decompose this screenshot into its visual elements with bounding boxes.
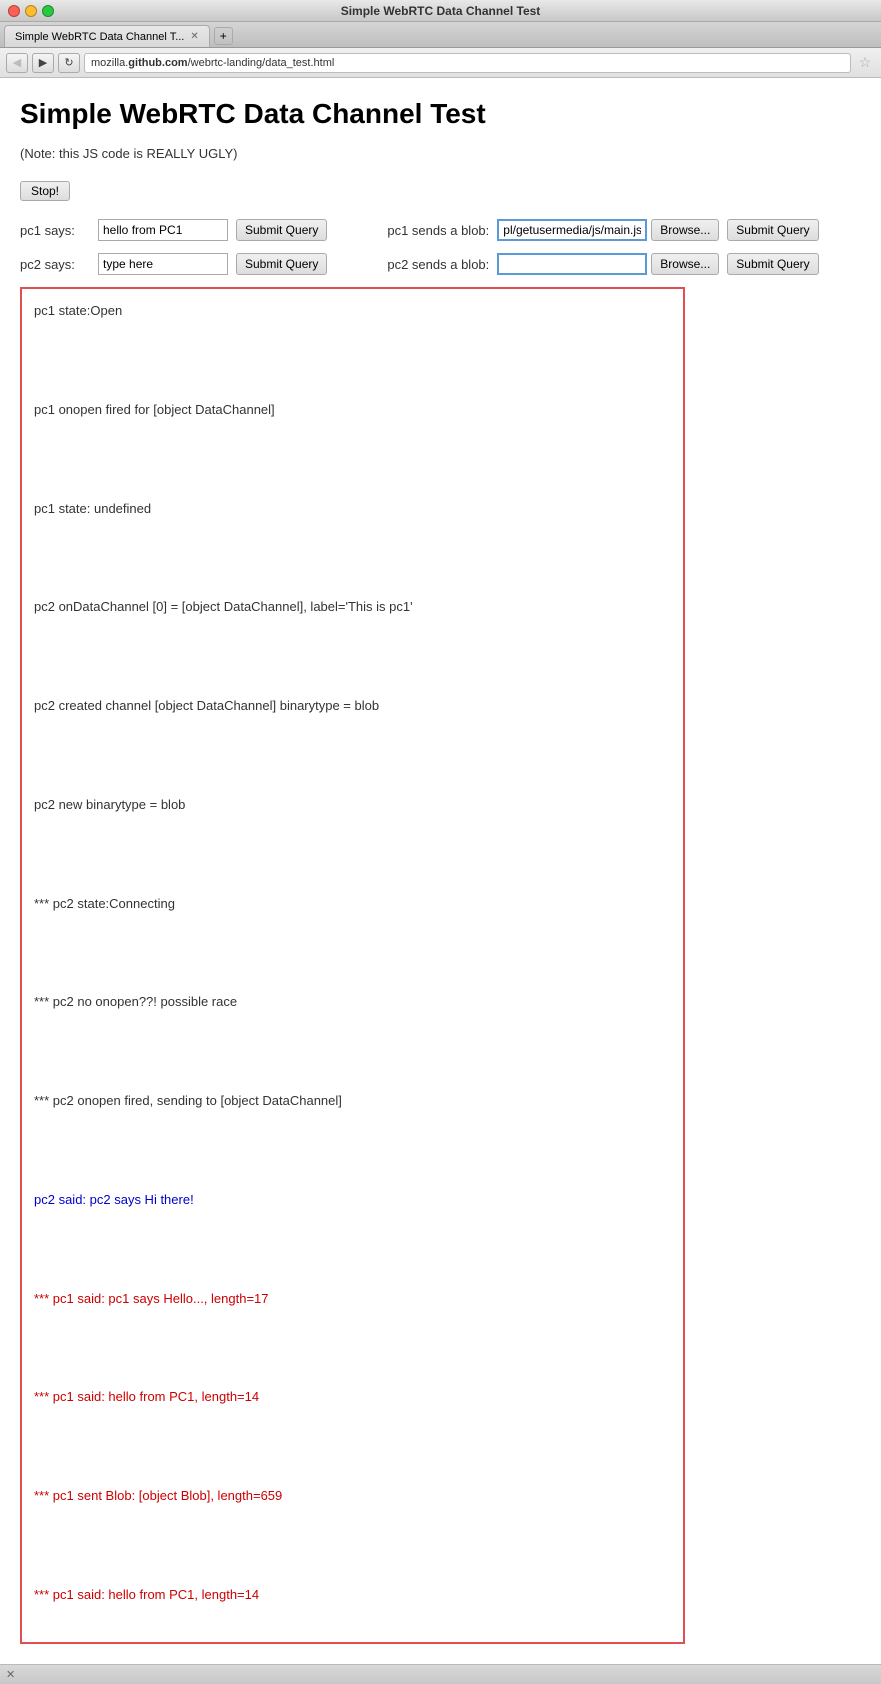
pc2-blob-path-input[interactable] (497, 253, 647, 275)
log-line (34, 1435, 671, 1460)
nav-bar: ◀ ▶ ↻ mozilla.github.com/webrtc-landing/… (0, 48, 881, 78)
log-line: *** pc2 state:Connecting (34, 892, 671, 917)
pc1-says-input[interactable] (98, 219, 228, 241)
pc1-browse-button[interactable]: Browse... (651, 219, 719, 241)
pc2-says-label: pc2 says: (20, 257, 90, 272)
log-line (34, 941, 671, 966)
log-line (34, 645, 671, 670)
pc2-row: pc2 says: Submit Query pc2 sends a blob:… (20, 253, 861, 275)
pc1-blob-path-input[interactable] (497, 219, 647, 241)
log-line: pc2 said: pc2 says Hi there! (34, 1188, 671, 1213)
log-line (34, 842, 671, 867)
browser-tab[interactable]: Simple WebRTC Data Channel T... ✕ (4, 25, 210, 47)
back-button[interactable]: ◀ (6, 53, 28, 73)
pc1-blob-submit-button[interactable]: Submit Query (727, 219, 818, 241)
forward-icon: ▶ (39, 56, 47, 69)
new-tab-button[interactable]: + (214, 27, 233, 45)
log-line (34, 743, 671, 768)
log-line (34, 447, 671, 472)
minimize-button[interactable] (25, 5, 37, 17)
log-area[interactable]: pc1 state:Open pc1 onopen fired for [obj… (20, 287, 685, 1644)
log-line: *** pc2 onopen fired, sending to [object… (34, 1089, 671, 1114)
pc1-row: pc1 says: Submit Query pc1 sends a blob:… (20, 219, 861, 241)
log-line: pc2 created channel [object DataChannel]… (34, 694, 671, 719)
log-line: *** pc1 said: hello from PC1, length=14 (34, 1583, 671, 1608)
url-text: mozilla.github.com/webrtc-landing/data_t… (91, 57, 334, 69)
pc1-submit-button[interactable]: Submit Query (236, 219, 327, 241)
pc1-blob-label: pc1 sends a blob: (387, 223, 489, 238)
tab-close-icon[interactable]: ✕ (190, 31, 198, 42)
forward-button[interactable]: ▶ (32, 53, 54, 73)
log-line: *** pc1 sent Blob: [object Blob], length… (34, 1484, 671, 1509)
close-button[interactable] (8, 5, 20, 17)
page-content: Simple WebRTC Data Channel Test (Note: t… (0, 78, 881, 1664)
pc2-blob-label: pc2 sends a blob: (387, 257, 489, 272)
log-line (34, 1533, 671, 1558)
stop-button[interactable]: Stop! (20, 181, 70, 201)
page-title: Simple WebRTC Data Channel Test (20, 98, 861, 130)
title-bar: Simple WebRTC Data Channel Test (0, 0, 881, 22)
status-bar: ✕ (0, 1664, 881, 1684)
refresh-button[interactable]: ↻ (58, 53, 80, 73)
pc2-submit-button[interactable]: Submit Query (236, 253, 327, 275)
pc2-says-input[interactable] (98, 253, 228, 275)
star-icon: ☆ (859, 54, 872, 71)
log-line: *** pc2 no onopen??! possible race (34, 990, 671, 1015)
log-line: *** pc1 said: hello from PC1, length=14 (34, 1385, 671, 1410)
log-line: pc1 state:Open (34, 299, 671, 324)
log-line: *** pc1 said: pc1 says Hello..., length=… (34, 1287, 671, 1312)
log-line (34, 1138, 671, 1163)
log-line (34, 1336, 671, 1361)
window-title: Simple WebRTC Data Channel Test (341, 4, 541, 18)
pc1-says-form: pc1 says: Submit Query (20, 219, 327, 241)
page-note: (Note: this JS code is REALLY UGLY) (20, 146, 861, 161)
log-line: pc2 new binarytype = blob (34, 793, 671, 818)
pc2-blob-submit-button[interactable]: Submit Query (727, 253, 818, 275)
tab-bar: Simple WebRTC Data Channel T... ✕ + (0, 22, 881, 48)
back-icon: ◀ (13, 56, 21, 69)
log-line: pc1 state: undefined (34, 497, 671, 522)
refresh-icon: ↻ (64, 56, 73, 69)
status-icon: ✕ (6, 1668, 15, 1681)
log-line (34, 1040, 671, 1065)
tab-label: Simple WebRTC Data Channel T... (15, 31, 184, 43)
log-line (34, 1237, 671, 1262)
window-controls[interactable] (8, 5, 54, 17)
pc2-browse-button[interactable]: Browse... (651, 253, 719, 275)
pc2-blob-form: pc2 sends a blob: Browse... Submit Query (387, 253, 818, 275)
pc1-blob-form: pc1 sends a blob: Browse... Submit Query (387, 219, 818, 241)
maximize-button[interactable] (42, 5, 54, 17)
log-line (34, 546, 671, 571)
bookmark-button[interactable]: ☆ (855, 53, 875, 73)
pc1-says-label: pc1 says: (20, 223, 90, 238)
log-line: pc2 onDataChannel [0] = [object DataChan… (34, 595, 671, 620)
log-line: pc1 onopen fired for [object DataChannel… (34, 398, 671, 423)
log-line (34, 348, 671, 373)
address-bar[interactable]: mozilla.github.com/webrtc-landing/data_t… (84, 53, 851, 73)
pc2-says-form: pc2 says: Submit Query (20, 253, 327, 275)
